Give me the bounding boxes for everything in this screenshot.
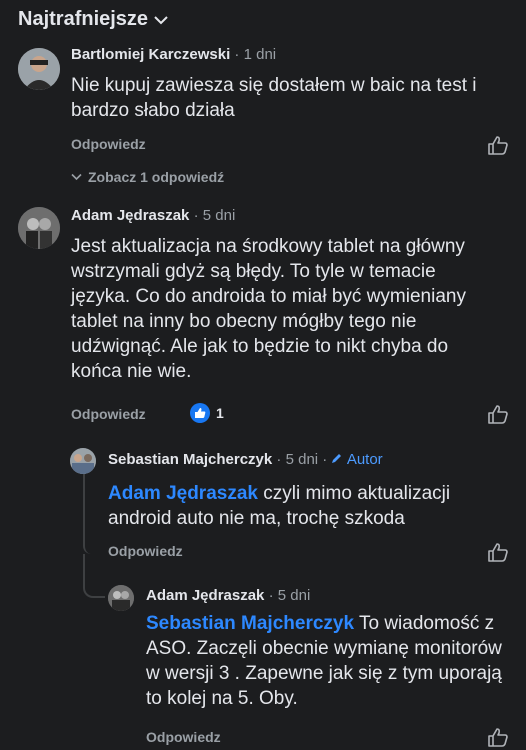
chevron-down-icon: [71, 173, 82, 181]
sort-dropdown[interactable]: Najtrafniejsze: [18, 8, 168, 31]
comment-text: Sebastian Majcherczyk To wiadomość z ASO…: [146, 611, 512, 711]
reply-button[interactable]: Odpowiedz: [146, 729, 221, 745]
mention-link[interactable]: Adam Jędraszak: [108, 483, 258, 504]
commenter-name[interactable]: Bartlomiej Karczewski: [71, 46, 230, 63]
commenter-name[interactable]: Adam Jędraszak: [71, 207, 189, 224]
thumbs-up-icon[interactable]: [487, 135, 509, 155]
view-replies-label: Zobacz 1 odpowiedź: [88, 169, 225, 185]
pencil-icon: [332, 454, 342, 463]
commenter-name[interactable]: Adam Jędraszak: [146, 587, 264, 604]
author-badge: Autor: [331, 451, 383, 468]
comment-time[interactable]: 1 dni: [244, 46, 277, 63]
comment-time[interactable]: 5 dni: [203, 207, 236, 224]
reaction-count: 1: [216, 405, 224, 421]
comment-text: Nie kupuj zawiesza się dostałem w baic n…: [71, 75, 477, 121]
avatar[interactable]: [70, 448, 96, 474]
comment-header: Adam Jędraszak · 5 dni: [71, 207, 236, 224]
thumbs-up-icon[interactable]: [487, 404, 509, 424]
reply-button[interactable]: Odpowiedz: [71, 406, 146, 422]
reaction-summary[interactable]: 1: [190, 403, 224, 423]
comment-header: Bartlomiej Karczewski · 1 dni: [71, 46, 277, 63]
thumbs-up-icon[interactable]: [487, 727, 509, 747]
thumbs-up-icon[interactable]: [487, 542, 509, 562]
mention-link[interactable]: Sebastian Majcherczyk: [146, 613, 354, 634]
comment-text: Jest aktualizacja na środkowy tablet na …: [71, 236, 466, 382]
thread-line: [83, 554, 105, 598]
like-reaction-icon: [190, 403, 210, 423]
view-replies-button[interactable]: Zobacz 1 odpowiedź: [71, 169, 224, 185]
thread-line: [83, 474, 91, 554]
comment-header: Adam Jędraszak · 5 dni: [146, 587, 311, 604]
sort-label: Najtrafniejsze: [18, 8, 149, 30]
comment-text: Adam Jędraszak czyli mimo aktualizacji a…: [108, 481, 518, 531]
reply-button[interactable]: Odpowiedz: [71, 136, 146, 152]
avatar[interactable]: [108, 585, 134, 611]
chevron-down-icon: [154, 15, 168, 24]
avatar[interactable]: [18, 48, 60, 90]
reply-button[interactable]: Odpowiedz: [108, 543, 183, 559]
commenter-name[interactable]: Sebastian Majcherczyk: [108, 451, 272, 468]
avatar[interactable]: [18, 207, 60, 249]
author-badge-label: Autor: [346, 451, 383, 468]
comment-time[interactable]: 5 dni: [278, 587, 311, 604]
comment-time[interactable]: 5 dni: [286, 451, 319, 468]
comment-header: Sebastian Majcherczyk · 5 dni · Autor: [108, 451, 383, 468]
